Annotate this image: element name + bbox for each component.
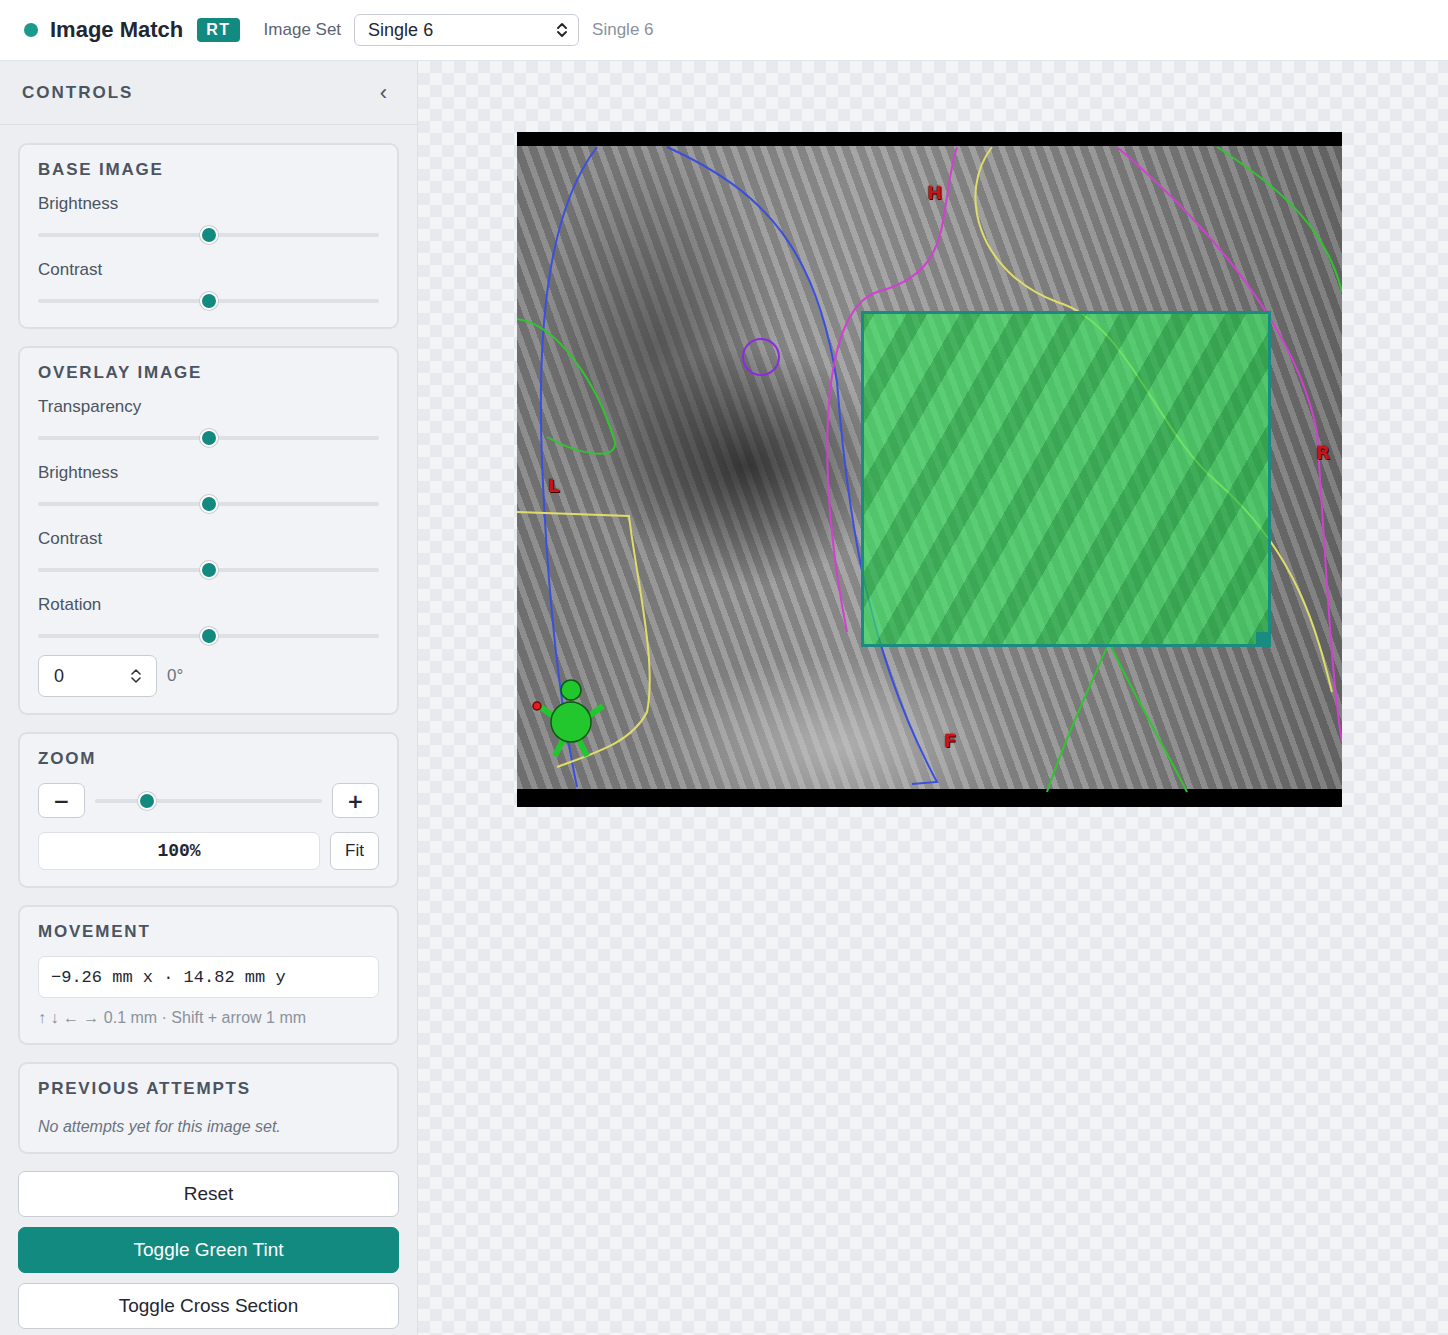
zoom-in-button[interactable]: + xyxy=(332,783,379,818)
overlay-image-card: OVERLAY IMAGE Transparency Brightness Co… xyxy=(18,346,399,715)
zoom-slider[interactable] xyxy=(95,791,322,811)
status-dot xyxy=(24,23,38,37)
rotation-value: 0 xyxy=(54,666,64,687)
movement-field[interactable]: −9.26 mm x · 14.82 mm y xyxy=(38,956,379,998)
orientation-label: L xyxy=(548,475,559,497)
orientation-label: F xyxy=(944,730,956,752)
slider-thumb[interactable] xyxy=(200,561,218,579)
slider-thumb[interactable] xyxy=(138,792,156,810)
fit-button[interactable]: Fit xyxy=(330,832,379,870)
app-title: Image Match xyxy=(50,17,183,43)
slider[interactable] xyxy=(38,225,379,245)
image-set-caption: Single 6 xyxy=(592,20,653,40)
zoom-out-button[interactable]: − xyxy=(38,783,85,818)
slider-label: Brightness xyxy=(38,463,379,483)
action-button[interactable]: Toggle Cross Section xyxy=(18,1283,399,1329)
image-canvas[interactable]: H L R F xyxy=(517,132,1342,807)
card-title: ZOOM xyxy=(38,749,379,769)
viewer: H L R F xyxy=(418,61,1448,1335)
resize-handle[interactable] xyxy=(1256,632,1270,646)
zoom-card: ZOOM − + 100% Fit xyxy=(18,732,399,888)
orientation-label: H xyxy=(927,182,942,204)
controls-header: CONTROLS ‹ xyxy=(0,61,417,125)
cards: BASE IMAGE Brightness Contrast OVERLAY I… xyxy=(0,125,417,1329)
action-button[interactable]: Reset xyxy=(18,1171,399,1217)
page: Image Match RT Image Set Single 6 Single… xyxy=(0,0,1448,1335)
image-set-select[interactable]: Single 6 xyxy=(354,14,579,46)
sidebar: CONTROLS ‹ BASE IMAGE Brightness Contras… xyxy=(0,61,418,1335)
card-title: BASE IMAGE xyxy=(38,160,379,180)
movement-card: MOVEMENT −9.26 mm x · 14.82 mm y ↑ ↓ ← →… xyxy=(18,905,399,1045)
slider-label: Contrast xyxy=(38,529,379,549)
slider-row: Transparency xyxy=(38,397,379,448)
collapse-button[interactable]: ‹ xyxy=(380,80,387,106)
slider-row: Contrast xyxy=(38,529,379,580)
zoom-value-row: 100% Fit xyxy=(38,832,379,870)
controls-title: CONTROLS xyxy=(22,83,133,103)
empty-message: No attempts yet for this image set. xyxy=(38,1118,379,1136)
card-title: OVERLAY IMAGE xyxy=(38,363,379,383)
card-title: PREVIOUS ATTEMPTS xyxy=(38,1079,379,1099)
overlay-image[interactable] xyxy=(861,311,1271,647)
action-buttons: Reset Toggle Green Tint Toggle Cross Secti… xyxy=(18,1171,399,1329)
body: CONTROLS ‹ BASE IMAGE Brightness Contras… xyxy=(0,61,1448,1335)
action-button[interactable]: Toggle Green Tint xyxy=(18,1227,399,1273)
patient-figure-icon xyxy=(531,678,611,764)
slider-label: Contrast xyxy=(38,260,379,280)
slider[interactable] xyxy=(38,626,379,646)
zoom-row: − + xyxy=(38,783,379,818)
movement-hint: ↑ ↓ ← → 0.1 mm · Shift + arrow 1 mm xyxy=(38,1009,379,1027)
updown-icon xyxy=(556,21,568,39)
slider-track xyxy=(95,799,322,803)
slider-row: Brightness xyxy=(38,463,379,514)
slider[interactable] xyxy=(38,428,379,448)
slider-thumb[interactable] xyxy=(200,226,218,244)
base-image-card: BASE IMAGE Brightness Contrast xyxy=(18,143,399,329)
slider-label: Transparency xyxy=(38,397,379,417)
slider-thumb[interactable] xyxy=(200,627,218,645)
rotation-unit: 0° xyxy=(167,666,183,686)
zoom-value[interactable]: 100% xyxy=(38,832,320,870)
slider-row: Rotation xyxy=(38,595,379,646)
badge: RT xyxy=(197,18,239,42)
rotation-input[interactable]: 0 xyxy=(38,655,157,697)
rotation-row: 0 0° xyxy=(38,655,379,697)
spinner-icon[interactable] xyxy=(130,667,142,685)
slider[interactable] xyxy=(38,560,379,580)
slider[interactable] xyxy=(38,291,379,311)
slider-label: Rotation xyxy=(38,595,379,615)
slider[interactable] xyxy=(38,494,379,514)
slider-thumb[interactable] xyxy=(200,495,218,513)
top-bar: Image Match RT Image Set Single 6 Single… xyxy=(0,0,1448,61)
slider-row: Contrast xyxy=(38,260,379,311)
slider-label: Brightness xyxy=(38,194,379,214)
card-title: MOVEMENT xyxy=(38,922,379,942)
slider-thumb[interactable] xyxy=(200,429,218,447)
image-set-label: Image Set xyxy=(264,20,342,40)
slider-row: Brightness xyxy=(38,194,379,245)
orientation-label: R xyxy=(1316,442,1330,464)
slider-thumb[interactable] xyxy=(200,292,218,310)
previous-attempts-card: PREVIOUS ATTEMPTS No attempts yet for th… xyxy=(18,1062,399,1154)
select-value: Single 6 xyxy=(368,20,433,41)
